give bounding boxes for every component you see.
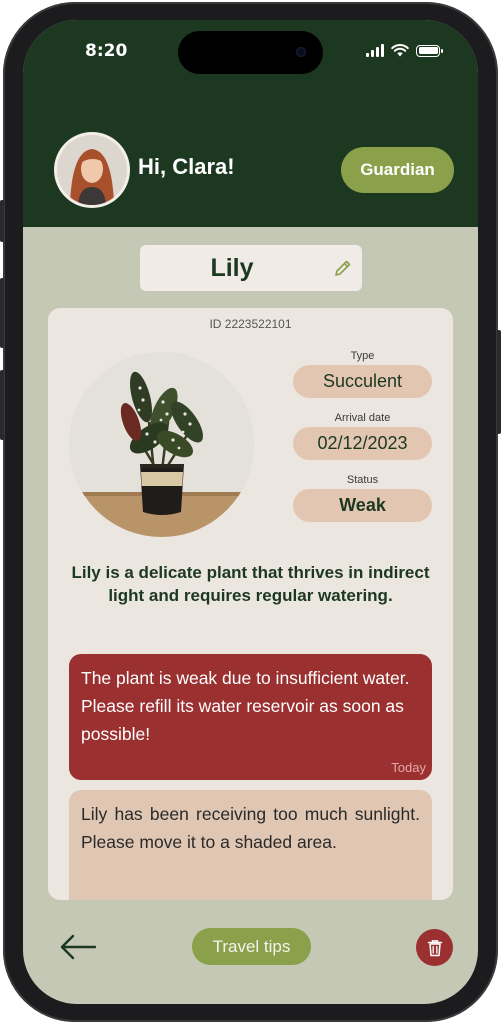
arrow-left-icon[interactable] [59,932,97,962]
signal-icon [366,44,384,57]
travel-tips-button[interactable]: Travel tips [192,928,311,965]
type-label: Type [350,350,375,362]
type-value: Succulent [293,365,432,398]
plant-name: Lily [210,254,254,282]
plant-photo [69,352,254,537]
power-button [497,330,501,434]
volume-up-button [0,278,4,348]
arrival-date-value: 02/12/2023 [293,427,432,460]
dynamic-island [178,31,323,74]
arrival-date-label: Arrival date [334,412,391,424]
action-button [0,200,4,242]
header: 8:20 Hi, Clara! Guardian [23,20,478,227]
status-icons [366,44,443,57]
status-time: 8:20 [85,41,128,61]
avatar[interactable] [57,135,127,205]
alert-card-warning[interactable]: Lily has been receiving too much sunligh… [69,790,432,900]
status-label: Status [346,474,379,486]
volume-down-button [0,370,4,440]
greeting: Hi, Clara! [138,154,235,179]
battery-icon [416,44,443,57]
plant-card: ID 2223522101 Type Succulent Arrival dat… [48,308,453,900]
wifi-icon [391,44,409,57]
pencil-icon[interactable] [333,258,353,278]
trash-icon [427,939,442,956]
alert-text: Lily has been receiving too much sunligh… [81,804,420,852]
plant-id: ID 2223522101 [209,317,292,331]
plant-description: Lily is a delicate plant that thrives in… [71,563,430,605]
plant-name-box: Lily [140,245,362,291]
alert-text: The plant is weak due to insufficient wa… [81,668,410,744]
guardian-badge[interactable]: Guardian [341,147,454,193]
status-value: Weak [293,489,432,522]
screen: 8:20 Hi, Clara! Guardian Lily ID 2223522… [23,20,478,1004]
delete-button[interactable] [416,929,453,966]
user-avatar-icon [57,135,127,205]
alert-card-critical[interactable]: The plant is weak due to insufficient wa… [69,654,432,780]
alert-timestamp: Today [391,760,426,775]
camera-icon [296,47,306,57]
potted-plant-icon [69,352,254,537]
